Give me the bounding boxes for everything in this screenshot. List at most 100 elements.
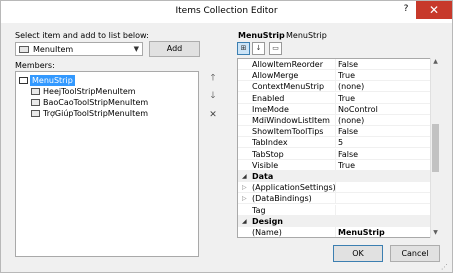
property-name: ShowItemToolTips (252, 127, 324, 137)
menu-item-icon (19, 46, 29, 53)
items-collection-editor-dialog: Items Collection Editor ? ✕ Select item … (0, 0, 453, 273)
member-item[interactable]: BaoCaoToolStripMenuItem (31, 97, 148, 108)
add-button[interactable]: Add (149, 41, 200, 57)
property-name: Data (252, 172, 274, 181)
property-name: ImeMode (252, 104, 289, 114)
scrollbar-thumb[interactable] (432, 124, 439, 172)
property-value[interactable]: (none) (338, 81, 364, 92)
property-name: AllowItemReorder (252, 60, 324, 69)
collapse-icon[interactable]: ◢ (242, 171, 247, 182)
properties-object-type: MenuStrip (238, 31, 285, 40)
window-title: Items Collection Editor (175, 6, 278, 16)
property-value[interactable]: False (338, 126, 358, 137)
property-name: AllowMerge (252, 71, 299, 81)
title-bar: Items Collection Editor ? ✕ (1, 1, 452, 23)
property-name: Enabled (252, 93, 285, 103)
expand-icon[interactable]: ▷ (242, 182, 247, 193)
menu-item-icon (31, 88, 40, 95)
property-row[interactable]: ImeMode NoControl (238, 103, 430, 115)
combo-value: MenuItem (33, 45, 74, 54)
column-divider (335, 182, 336, 194)
column-divider (335, 70, 336, 82)
scroll-down-icon[interactable]: ▼ (431, 229, 440, 238)
close-button[interactable]: ✕ (416, 1, 452, 19)
column-divider (335, 59, 336, 70)
column-divider (335, 137, 336, 149)
property-value[interactable]: (none) (338, 115, 364, 126)
column-divider (335, 148, 336, 160)
property-grid-toolbar: ⊞ ↓ ▭ (237, 42, 297, 56)
property-row[interactable]: ▷ (DataBindings) (238, 193, 430, 205)
members-tree[interactable]: MenuStrip HeejToolStripMenuItem BaoCaoTo… (15, 71, 199, 257)
property-row[interactable]: (Name) MenuStrip (238, 227, 430, 237)
property-row[interactable]: TabStop False (238, 148, 430, 160)
member-label: TrợGiúpToolStripMenuItem (43, 109, 148, 118)
property-value[interactable]: False (338, 59, 358, 70)
property-row[interactable]: Enabled True (238, 92, 430, 104)
column-divider (335, 126, 336, 138)
categorized-icon[interactable]: ⊞ (237, 42, 250, 55)
property-value[interactable]: False (338, 149, 358, 160)
column-divider (335, 81, 336, 93)
member-label: BaoCaoToolStripMenuItem (43, 98, 149, 107)
column-divider (335, 204, 336, 216)
help-button[interactable]: ? (397, 4, 415, 18)
property-grid-scrollbar[interactable]: ▲ ▼ (430, 58, 439, 238)
property-name: TabIndex (252, 138, 288, 148)
delete-button[interactable]: ✕ (206, 109, 220, 122)
member-item[interactable]: HeejToolStripMenuItem (31, 86, 136, 97)
chevron-down-icon[interactable]: ▼ (134, 45, 139, 53)
select-item-label: Select item and add to list below: (15, 31, 149, 40)
property-name: (ApplicationSettings) (252, 183, 336, 193)
property-category[interactable]: ◢ Design (238, 215, 430, 227)
property-value[interactable]: 5 (338, 137, 343, 148)
item-type-combobox[interactable]: MenuItem ▼ (15, 42, 143, 56)
property-pages-icon[interactable]: ▭ (269, 42, 282, 55)
property-value[interactable]: MenuStrip (338, 227, 385, 237)
property-grid[interactable]: AllowItemReorder False AllowMerge True Conte… (237, 58, 439, 238)
property-row[interactable]: Tag (238, 204, 430, 216)
property-value[interactable]: True (338, 160, 355, 171)
property-name: TabStop (252, 149, 284, 159)
column-divider (335, 103, 336, 115)
property-name: Visible (252, 160, 279, 170)
property-row[interactable]: AllowItemReorder False (238, 59, 430, 70)
move-down-button[interactable]: 🡓 (206, 90, 220, 103)
property-row[interactable]: ▷ (ApplicationSettings) (238, 182, 430, 194)
member-label: HeejToolStripMenuItem (43, 87, 136, 96)
properties-object-name: MenuStrip (286, 31, 327, 40)
property-row[interactable]: Visible True (238, 159, 430, 171)
expand-icon[interactable]: ▷ (242, 193, 247, 204)
scroll-up-icon[interactable]: ▲ (431, 58, 440, 67)
column-divider (335, 159, 336, 171)
property-row[interactable]: ShowItemToolTips False (238, 126, 430, 138)
alphabetical-icon[interactable]: ↓ (252, 42, 265, 55)
property-name: MdiWindowListItem (252, 116, 330, 125)
column-divider (335, 193, 336, 205)
ok-button[interactable]: OK (333, 245, 383, 262)
member-item[interactable]: TrợGiúpToolStripMenuItem (31, 108, 148, 119)
resize-grip-icon[interactable]: ⋰ (441, 263, 448, 271)
property-value[interactable]: True (338, 70, 355, 81)
property-row[interactable]: MdiWindowListItem (none) (238, 115, 430, 126)
collapse-icon[interactable]: ◢ (242, 216, 247, 227)
property-row[interactable]: TabIndex 5 (238, 137, 430, 149)
member-item-root[interactable]: MenuStrip (19, 75, 75, 86)
menu-item-icon (31, 110, 40, 117)
property-value[interactable]: NoControl (338, 104, 378, 115)
column-divider (335, 115, 336, 126)
property-name: (DataBindings) (252, 194, 312, 204)
column-divider (335, 92, 336, 104)
cancel-button[interactable]: Cancel (390, 245, 440, 262)
column-divider (335, 227, 336, 237)
property-name: Design (252, 216, 283, 226)
property-name: Tag (252, 205, 266, 215)
menu-item-icon (31, 99, 40, 106)
property-row[interactable]: AllowMerge True (238, 70, 430, 82)
property-row[interactable]: ContextMenuStrip (none) (238, 81, 430, 93)
move-up-button[interactable]: 🡑 (206, 72, 220, 85)
property-value[interactable]: True (338, 93, 355, 104)
members-label: Members: (15, 61, 55, 70)
property-name: ContextMenuStrip (252, 82, 325, 92)
property-category[interactable]: ◢ Data (238, 171, 430, 182)
